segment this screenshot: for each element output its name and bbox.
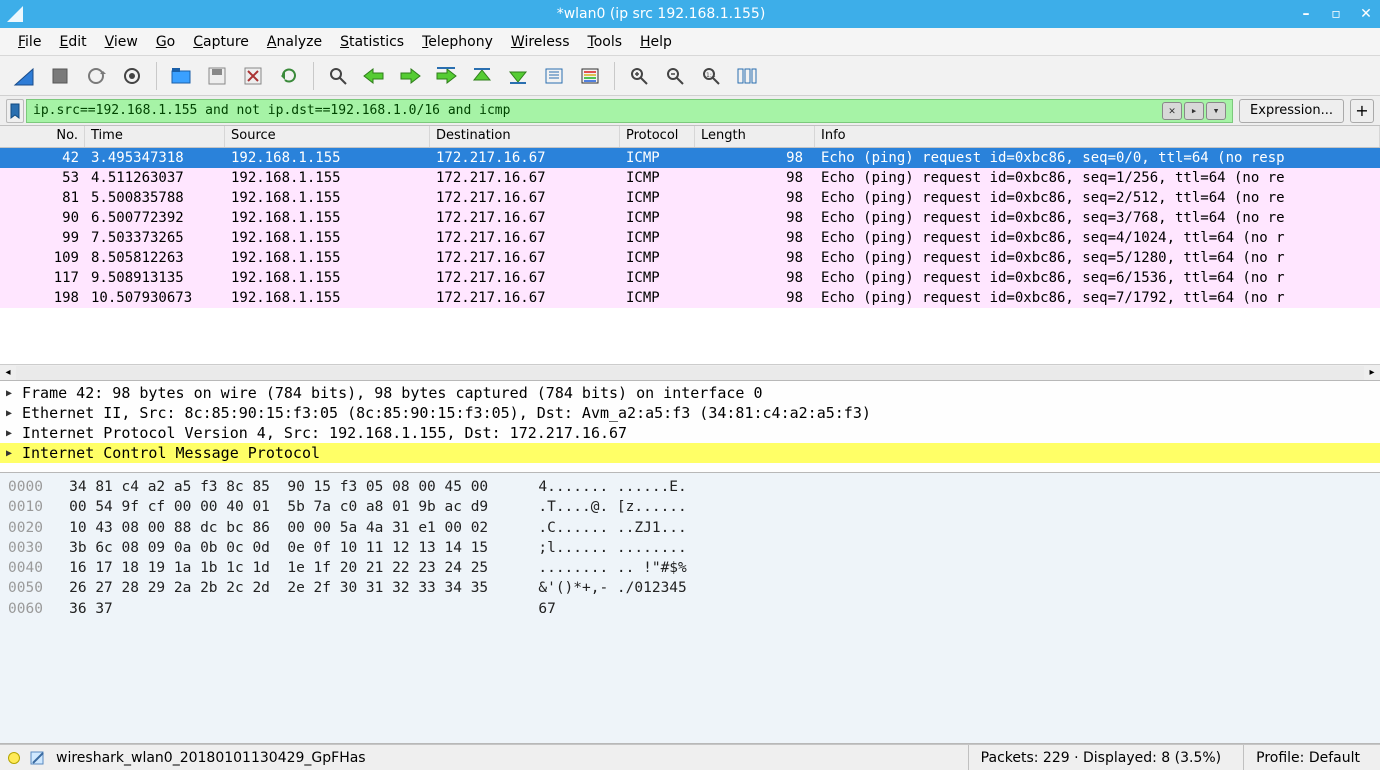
filter-bar: ip.src==192.168.1.155 and not ip.dst==19… xyxy=(0,96,1380,126)
menu-tools[interactable]: Tools xyxy=(580,32,631,52)
column-destination[interactable]: Destination xyxy=(430,126,620,147)
menubar: FileEditViewGoCaptureAnalyzeStatisticsTe… xyxy=(0,28,1380,56)
go-forward-button[interactable] xyxy=(394,60,426,92)
find-button[interactable] xyxy=(322,60,354,92)
profile-label[interactable]: Profile: Default xyxy=(1243,745,1372,770)
go-back-button[interactable] xyxy=(358,60,390,92)
close-button[interactable]: ✕ xyxy=(1358,6,1374,22)
packet-details-pane[interactable]: ▶Frame 42: 98 bytes on wire (784 bits), … xyxy=(0,381,1380,473)
status-bar: wireshark_wlan0_20180101130429_GpFHas Pa… xyxy=(0,744,1380,770)
packet-row[interactable]: 906.500772392192.168.1.155172.217.16.67I… xyxy=(0,208,1380,228)
detail-row[interactable]: ▶Ethernet II, Src: 8c:85:90:15:f3:05 (8c… xyxy=(0,403,1380,423)
zoom-reset-button[interactable]: 1:1 xyxy=(695,60,727,92)
filter-text: ip.src==192.168.1.155 and not ip.dst==19… xyxy=(33,103,510,118)
expand-icon[interactable]: ▶ xyxy=(6,408,16,419)
shark-fin-icon[interactable] xyxy=(8,60,40,92)
expand-icon[interactable]: ▶ xyxy=(6,448,16,459)
expert-info-led-icon[interactable] xyxy=(8,752,20,764)
capture-options-button[interactable] xyxy=(116,60,148,92)
packet-row[interactable]: 815.500835788192.168.1.155172.217.16.67I… xyxy=(0,188,1380,208)
zoom-in-button[interactable] xyxy=(623,60,655,92)
menu-statistics[interactable]: Statistics xyxy=(332,32,412,52)
column-no[interactable]: No. xyxy=(0,126,85,147)
save-file-button[interactable] xyxy=(201,60,233,92)
colorize-button[interactable] xyxy=(574,60,606,92)
packet-row[interactable]: 534.511263037192.168.1.155172.217.16.67I… xyxy=(0,168,1380,188)
scroll-track[interactable] xyxy=(16,366,1364,380)
menu-edit[interactable]: Edit xyxy=(51,32,94,52)
expression-button[interactable]: Expression... xyxy=(1239,99,1344,123)
menu-go[interactable]: Go xyxy=(148,32,183,52)
close-file-button[interactable] xyxy=(237,60,269,92)
packet-row[interactable]: 1098.505812263192.168.1.155172.217.16.67… xyxy=(0,248,1380,268)
bookmark-icon[interactable] xyxy=(6,99,24,123)
packet-list-body[interactable]: 423.495347318192.168.1.155172.217.16.67I… xyxy=(0,148,1380,364)
toolbar: 1:1 xyxy=(0,56,1380,96)
titlebar: *wlan0 (ip src 192.168.1.155) – ▫ ✕ xyxy=(0,0,1380,28)
menu-help[interactable]: Help xyxy=(632,32,680,52)
horizontal-scrollbar[interactable]: ◂ ▸ xyxy=(0,364,1380,380)
minimize-button[interactable]: – xyxy=(1298,6,1314,22)
resize-columns-button[interactable] xyxy=(731,60,763,92)
edit-capture-comment-icon[interactable] xyxy=(30,750,46,766)
reload-button[interactable] xyxy=(273,60,305,92)
menu-capture[interactable]: Capture xyxy=(185,32,257,52)
packet-row[interactable]: 19810.507930673192.168.1.155172.217.16.6… xyxy=(0,288,1380,308)
packet-list-header[interactable]: No. Time Source Destination Protocol Len… xyxy=(0,126,1380,148)
column-protocol[interactable]: Protocol xyxy=(620,126,695,147)
filter-clear-button[interactable]: ✕ xyxy=(1162,102,1182,120)
add-filter-button[interactable]: + xyxy=(1350,99,1374,123)
restart-capture-button[interactable] xyxy=(80,60,112,92)
separator xyxy=(156,62,157,90)
jump-to-button[interactable] xyxy=(430,60,462,92)
expand-icon[interactable]: ▶ xyxy=(6,388,16,399)
packets-count-label: Packets: 229 · Displayed: 8 (3.5%) xyxy=(968,745,1233,770)
svg-text:1:1: 1:1 xyxy=(706,72,716,79)
column-info[interactable]: Info xyxy=(815,126,1380,147)
packet-row[interactable]: 1179.508913135192.168.1.155172.217.16.67… xyxy=(0,268,1380,288)
stop-capture-button[interactable] xyxy=(44,60,76,92)
menu-wireless[interactable]: Wireless xyxy=(503,32,578,52)
go-last-button[interactable] xyxy=(502,60,534,92)
column-source[interactable]: Source xyxy=(225,126,430,147)
packet-row[interactable]: 423.495347318192.168.1.155172.217.16.67I… xyxy=(0,148,1380,168)
maximize-button[interactable]: ▫ xyxy=(1328,6,1344,22)
menu-telephony[interactable]: Telephony xyxy=(414,32,501,52)
column-length[interactable]: Length xyxy=(695,126,815,147)
detail-row[interactable]: ▶Internet Protocol Version 4, Src: 192.1… xyxy=(0,423,1380,443)
go-first-button[interactable] xyxy=(466,60,498,92)
packet-row[interactable]: 997.503373265192.168.1.155172.217.16.67I… xyxy=(0,228,1380,248)
display-filter-input[interactable]: ip.src==192.168.1.155 and not ip.dst==19… xyxy=(26,99,1233,123)
packet-list-pane: No. Time Source Destination Protocol Len… xyxy=(0,126,1380,381)
separator xyxy=(313,62,314,90)
window-title: *wlan0 (ip src 192.168.1.155) xyxy=(32,6,1290,22)
filter-apply-button[interactable]: ▸ xyxy=(1184,102,1204,120)
detail-row[interactable]: ▶Frame 42: 98 bytes on wire (784 bits), … xyxy=(0,383,1380,403)
scroll-right-button[interactable]: ▸ xyxy=(1364,366,1380,380)
separator xyxy=(614,62,615,90)
packet-bytes-pane[interactable]: 0000 34 81 c4 a2 a5 f3 8c 85 90 15 f3 05… xyxy=(0,473,1380,744)
column-time[interactable]: Time xyxy=(85,126,225,147)
app-icon xyxy=(6,5,24,23)
auto-scroll-button[interactable] xyxy=(538,60,570,92)
expand-icon[interactable]: ▶ xyxy=(6,428,16,439)
menu-view[interactable]: View xyxy=(97,32,146,52)
capture-file-label: wireshark_wlan0_20180101130429_GpFHas xyxy=(56,750,366,766)
open-file-button[interactable] xyxy=(165,60,197,92)
filter-dropdown-button[interactable]: ▾ xyxy=(1206,102,1226,120)
scroll-left-button[interactable]: ◂ xyxy=(0,366,16,380)
zoom-out-button[interactable] xyxy=(659,60,691,92)
detail-row[interactable]: ▶Internet Control Message Protocol xyxy=(0,443,1380,463)
menu-analyze[interactable]: Analyze xyxy=(259,32,330,52)
menu-file[interactable]: File xyxy=(10,32,49,52)
